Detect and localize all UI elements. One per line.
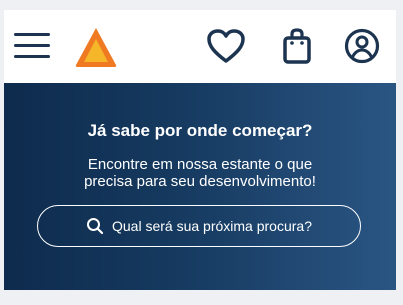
- heart-icon[interactable]: [206, 28, 246, 64]
- page-background-strip: [0, 290, 403, 305]
- hero-subtitle: Encontre em nossa estante o que precisa …: [44, 156, 356, 190]
- search-icon: [86, 217, 104, 235]
- top-header: [4, 10, 396, 83]
- hero-banner: Já sabe por onde começar? Encontre em no…: [4, 83, 396, 290]
- hero-subtitle-line-2: precisa para seu desenvolvimento!: [84, 173, 316, 190]
- app-frame: Já sabe por onde começar? Encontre em no…: [4, 10, 396, 290]
- shopping-bag-icon[interactable]: [280, 27, 314, 65]
- hero-title: Já sabe por onde começar?: [87, 121, 313, 140]
- search-button[interactable]: Qual será sua próxima procura?: [37, 205, 361, 247]
- search-button-label: Qual será sua próxima procura?: [112, 218, 312, 234]
- hamburger-menu-icon[interactable]: [14, 32, 52, 60]
- triangle-logo-icon[interactable]: [74, 25, 118, 69]
- hero-subtitle-line-1: Encontre em nossa estante o que: [87, 156, 313, 173]
- user-circle-icon[interactable]: [344, 28, 380, 64]
